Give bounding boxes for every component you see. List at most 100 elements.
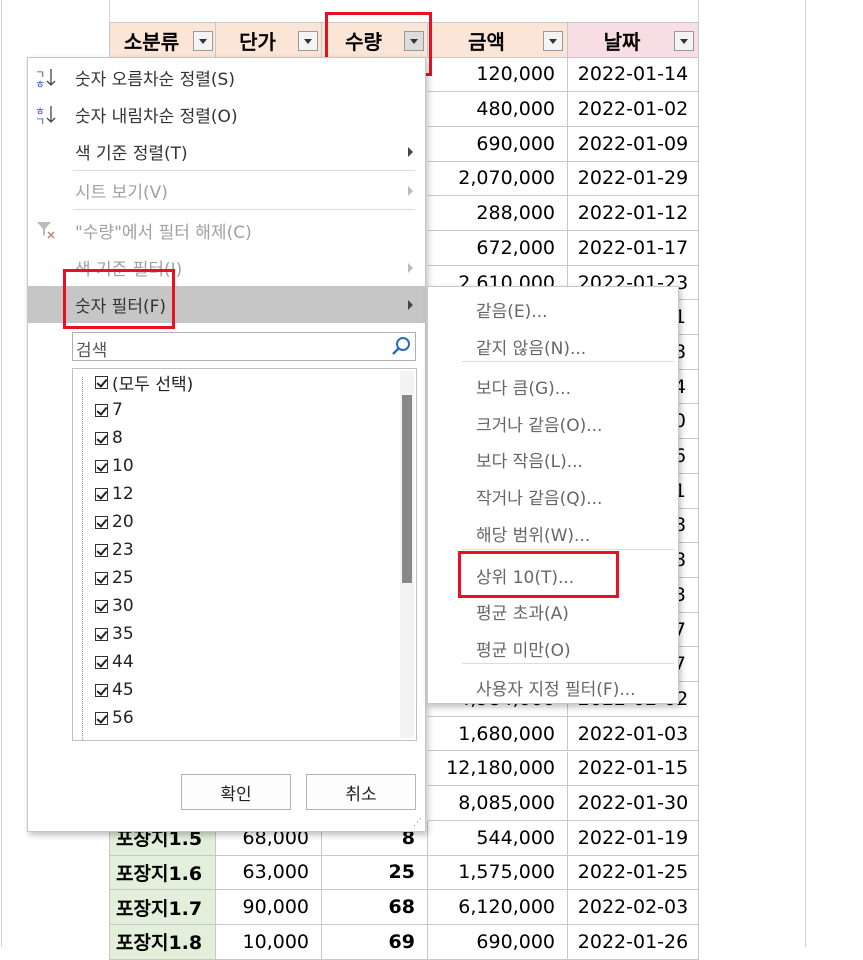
number-filter-option[interactable]: 같지 않음(N)... [476, 332, 586, 360]
filter-dropdown-button[interactable] [543, 31, 563, 51]
date-cell[interactable]: 2022-01-02 [568, 92, 699, 127]
filter-value-item[interactable]: 7 [95, 397, 123, 423]
filter-value-item[interactable]: 30 [95, 593, 134, 619]
filter-dropdown-button[interactable] [193, 31, 213, 51]
date-cell[interactable]: 2022-01-03 [568, 716, 699, 752]
filter-value-item[interactable]: 56 [95, 705, 134, 731]
amount-cell[interactable]: 480,000 [428, 92, 568, 127]
amount-cell[interactable]: 690,000 [428, 925, 568, 960]
search-input[interactable]: 검색 [72, 332, 416, 361]
cancel-button[interactable]: 취소 [306, 774, 416, 810]
divider [73, 170, 415, 171]
checkbox-checked-icon[interactable] [95, 403, 108, 417]
filter-value-item[interactable]: 45 [95, 677, 134, 703]
number-filter-option[interactable]: 작거나 같음(Q)... [476, 482, 602, 510]
grid-line [1, 0, 2, 947]
amount-cell[interactable]: 1,575,000 [428, 855, 568, 891]
date-cell[interactable]: 2022-01-17 [568, 231, 699, 266]
scrollbar-thumb[interactable] [402, 395, 412, 583]
date-cell[interactable]: 2022-01-26 [568, 925, 699, 960]
number-filter-option[interactable]: 사용자 지정 필터(F)... [476, 673, 636, 701]
unit-price-cell[interactable]: 90,000 [216, 890, 322, 925]
amount-cell[interactable]: 6,120,000 [428, 890, 568, 925]
filter-dropdown-button[interactable] [674, 31, 694, 51]
amount-cell[interactable]: 120,000 [428, 57, 568, 93]
sort-by-color-item[interactable]: 색 기준 정렬(T) [28, 133, 425, 170]
date-cell[interactable]: 2022-01-25 [568, 855, 699, 891]
date-cell[interactable]: 2022-01-15 [568, 751, 699, 787]
ok-button[interactable]: 확인 [181, 774, 291, 810]
sort-descending-item[interactable]: ㅎㄱ 숫자 내림차순 정렬(O) [28, 96, 425, 133]
category-cell[interactable]: 포장지1.7 [109, 890, 216, 925]
checkbox-checked-icon[interactable] [95, 627, 108, 641]
amount-cell[interactable]: 690,000 [428, 126, 568, 162]
resize-grip-icon[interactable]: ⋰ [413, 818, 422, 828]
divider [462, 663, 674, 664]
filter-value-label: 56 [112, 708, 134, 728]
checkbox-checked-icon[interactable] [95, 375, 108, 389]
number-filter-option[interactable]: 보다 작음(L)... [476, 445, 583, 473]
filter-value-item[interactable]: 8 [95, 425, 123, 451]
category-cell[interactable]: 포장지1.8 [109, 925, 216, 960]
checkbox-checked-icon[interactable] [95, 683, 108, 697]
sheet-view-item: 시트 보기(V) [28, 172, 425, 209]
sort-by-color-label: 색 기준 정렬(T) [75, 144, 188, 164]
filter-value-item[interactable]: 25 [95, 565, 134, 591]
filter-value-item[interactable]: 12 [95, 481, 134, 507]
date-cell[interactable]: 2022-02-03 [568, 890, 699, 925]
amount-cell[interactable]: 2,070,000 [428, 161, 568, 197]
checkbox-checked-icon[interactable] [95, 739, 108, 740]
filter-value-item[interactable]: 20 [95, 509, 134, 535]
number-filter-option[interactable]: 해당 범위(W)... [476, 519, 590, 547]
filter-value-item[interactable]: 44 [95, 649, 134, 675]
category-cell[interactable]: 포장지1.6 [109, 855, 216, 891]
quantity-cell[interactable]: 25 [322, 855, 428, 891]
date-cell[interactable]: 2022-01-09 [568, 126, 699, 162]
number-filter-item[interactable]: 숫자 필터(F) [28, 286, 425, 323]
checkbox-checked-icon[interactable] [95, 459, 108, 473]
search-placeholder: 검색 [76, 341, 108, 361]
unit-price-cell[interactable]: 63,000 [216, 855, 322, 891]
filter-value-item[interactable]: 35 [95, 621, 134, 647]
checkbox-checked-icon[interactable] [95, 487, 108, 501]
amount-cell[interactable]: 672,000 [428, 231, 568, 266]
number-filter-option[interactable]: 평균 미만(O) [476, 634, 571, 662]
filter-value-list[interactable]: (모두 선택) 7 8 10 12 20 23 25 30 35 44 45 56 [72, 368, 417, 741]
date-cell[interactable]: 2022-01-19 [568, 820, 699, 856]
checkbox-checked-icon[interactable] [95, 655, 108, 669]
clear-filter-item: "수량"에서 필터 해제(C) [28, 212, 425, 249]
date-cell[interactable]: 2022-01-12 [568, 196, 699, 231]
number-filter-option[interactable]: 상위 10(T)... [476, 561, 574, 589]
filter-value-label: 35 [112, 624, 134, 644]
number-filter-option[interactable]: 같음(E)... [476, 295, 548, 323]
quantity-cell[interactable]: 69 [322, 925, 428, 960]
number-filter-option[interactable]: 보다 큼(G)... [476, 372, 571, 400]
checkbox-checked-icon[interactable] [95, 571, 108, 585]
filter-value-item[interactable]: 10 [95, 453, 134, 479]
checkbox-checked-icon[interactable] [95, 543, 108, 557]
amount-cell[interactable]: 8,085,000 [428, 786, 568, 821]
checkbox-checked-icon[interactable] [95, 599, 108, 613]
amount-cell[interactable]: 544,000 [428, 820, 568, 856]
date-cell[interactable]: 2022-01-14 [568, 57, 699, 93]
select-all-checkbox-item[interactable]: (모두 선택) [95, 369, 193, 395]
filter-value-label: (모두 선택) [112, 374, 194, 395]
date-cell[interactable]: 2022-01-30 [568, 786, 699, 821]
unit-price-cell[interactable]: 10,000 [216, 925, 322, 960]
filter-active-dropdown-button[interactable] [404, 31, 424, 51]
list-scrollbar[interactable] [400, 371, 414, 738]
filter-value-item[interactable] [95, 733, 112, 740]
quantity-cell[interactable]: 68 [322, 890, 428, 925]
checkbox-checked-icon[interactable] [95, 711, 108, 725]
amount-cell[interactable]: 1,680,000 [428, 716, 568, 752]
filter-value-item[interactable]: 23 [95, 537, 134, 563]
checkbox-checked-icon[interactable] [95, 515, 108, 529]
number-filter-option[interactable]: 평균 초과(A) [476, 597, 569, 625]
amount-cell[interactable]: 288,000 [428, 196, 568, 231]
sort-ascending-item[interactable]: ㄱㅎ 숫자 오름차순 정렬(S) [28, 59, 425, 96]
amount-cell[interactable]: 12,180,000 [428, 751, 568, 787]
checkbox-checked-icon[interactable] [95, 431, 108, 445]
filter-dropdown-button[interactable] [298, 31, 318, 51]
date-cell[interactable]: 2022-01-29 [568, 161, 699, 197]
number-filter-option[interactable]: 크거나 같음(O)... [476, 409, 602, 437]
